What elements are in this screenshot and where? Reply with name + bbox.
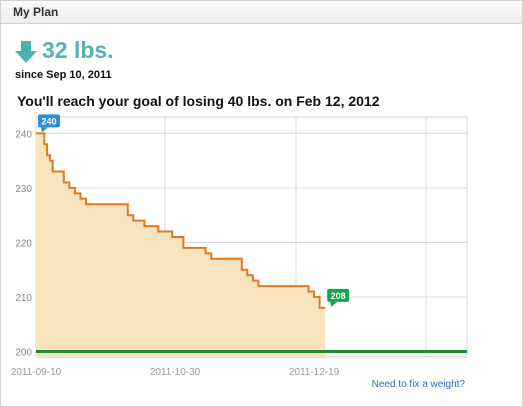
y-tick-label: 200: [15, 348, 32, 359]
my-plan-panel: My Plan 32 lbs. since Sep 10, 2011 You'l…: [0, 0, 523, 407]
panel-title: My Plan: [13, 5, 59, 19]
callout-label: 240: [41, 116, 56, 126]
x-tick-label: 2011-12-19: [289, 367, 340, 378]
y-tick-label: 230: [15, 184, 32, 195]
x-tick-label: 2011-09-10: [11, 367, 62, 378]
y-tick-label: 210: [15, 293, 32, 304]
y-tick-label: 220: [15, 238, 32, 249]
y-tick-label: 240: [15, 129, 32, 140]
weight-chart: 200 210 220 230 240 2011-09-10 2011-10-30 2011-…: [11, 114, 468, 378]
fix-weight-link[interactable]: Need to fix a weight?: [372, 379, 465, 390]
panel-header: My Plan: [1, 1, 522, 24]
since-date: since Sep 10, 2011: [15, 69, 112, 81]
arrow-down-icon: [15, 41, 37, 63]
x-tick-label: 2011-10-30: [150, 367, 201, 378]
weight-loss-value: 32 lbs.: [42, 37, 114, 63]
callout-label: 208: [331, 291, 346, 301]
goal-projection: You'll reach your goal of losing 40 lbs.…: [17, 93, 380, 109]
